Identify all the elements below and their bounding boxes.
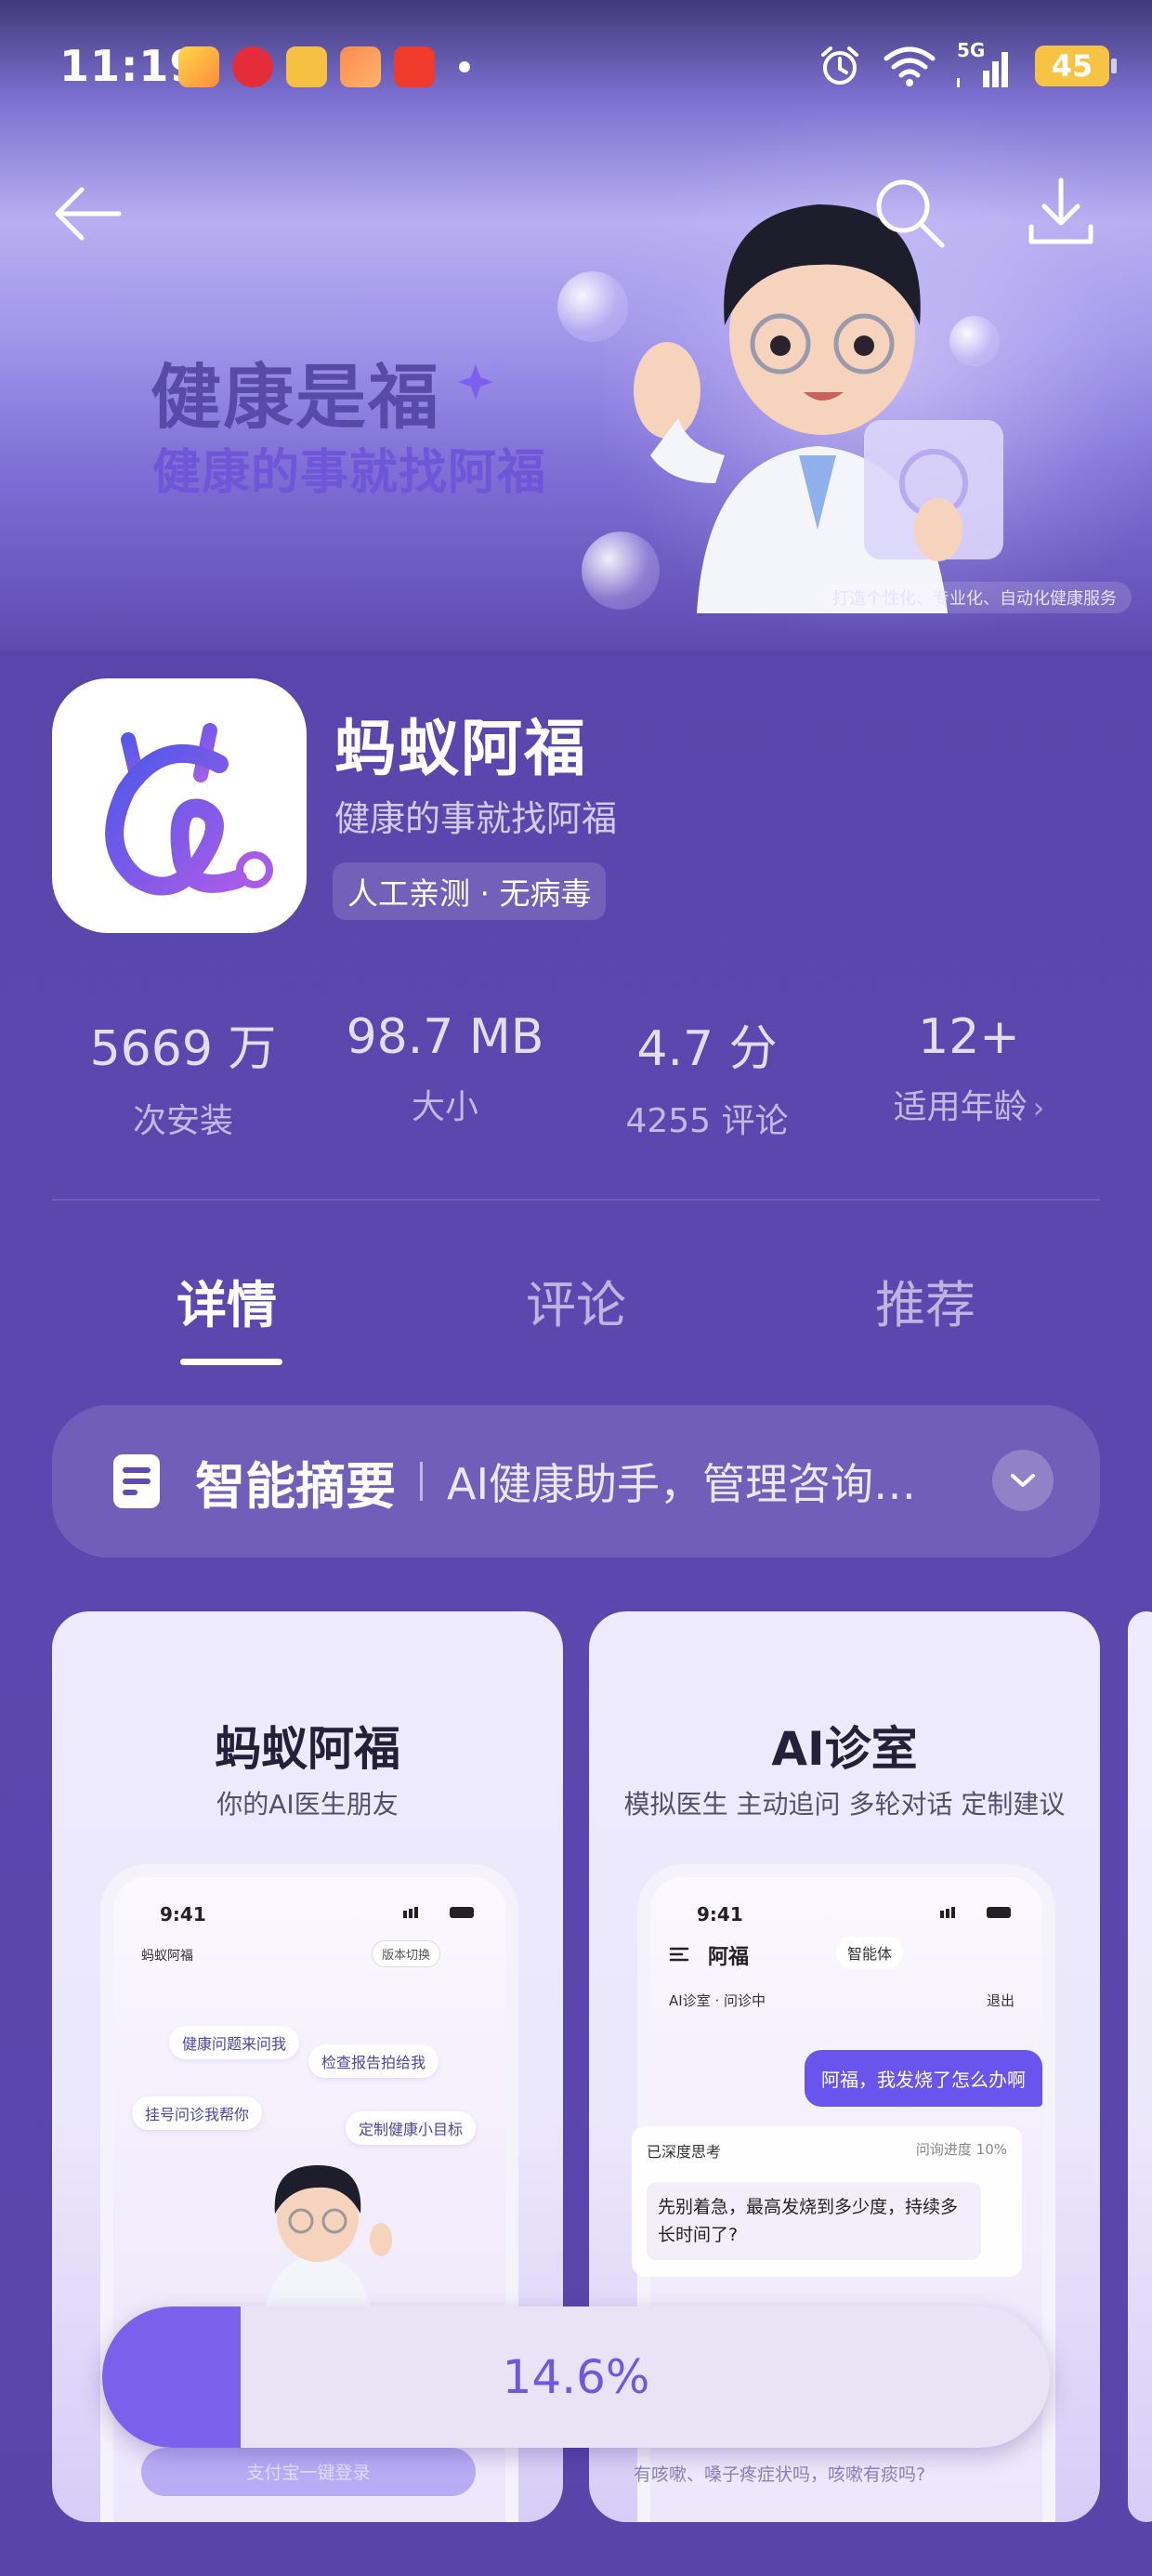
prompt-chip: 健康问题来问我 bbox=[169, 2026, 300, 2059]
summary-text: AI健康助手，管理咨询… bbox=[447, 1459, 917, 1509]
agent-button: 智能体 bbox=[836, 1937, 904, 1968]
phone-status-icons bbox=[403, 1907, 474, 1918]
screenshot-title: AI诊室 bbox=[771, 1722, 918, 1776]
stat-value: 12+ bbox=[918, 1009, 1020, 1065]
phone-status-icons bbox=[940, 1907, 1011, 1918]
app-icon bbox=[52, 678, 307, 933]
game-app-icon bbox=[178, 46, 219, 87]
tab-bar: 详情 评论 推荐 bbox=[52, 1264, 1100, 1366]
screenshot-subtitle: 你的AI医生朋友 bbox=[216, 1789, 399, 1820]
separator bbox=[420, 1462, 423, 1501]
exit-button: 退出 bbox=[986, 1992, 1015, 2009]
banner-subtitle: 健康的事就找阿福 bbox=[152, 445, 547, 501]
document-summary-icon bbox=[113, 1454, 160, 1508]
stat-label: 大小 bbox=[411, 1088, 478, 1126]
follow-up-question: 有咳嗽、嗓子疼症状吗，咳嗽有痰吗? bbox=[634, 2464, 926, 2485]
sparkle-icon bbox=[458, 361, 502, 400]
screenshot-card-peek[interactable] bbox=[1128, 1611, 1152, 2522]
phone-time: 9:41 bbox=[160, 1903, 206, 1925]
weibo-red-icon bbox=[232, 46, 273, 87]
notification-icons bbox=[178, 46, 470, 87]
battery-indicator: 45 bbox=[1035, 46, 1117, 86]
ai-room-status: AI诊室 · 问诊中 bbox=[669, 1992, 766, 2009]
divider bbox=[52, 1199, 1100, 1201]
app-slogan: 健康的事就找阿福 bbox=[334, 798, 618, 839]
alipay-login-text: 支付宝一键登录 bbox=[246, 2463, 371, 2483]
stat-value: 5669 万 bbox=[89, 1021, 277, 1077]
version-switch: 版本切换 bbox=[371, 1940, 440, 1967]
age-label: 适用年龄 bbox=[893, 1088, 1028, 1126]
chat-header-title: 阿福 bbox=[708, 1946, 750, 1969]
smart-summary-card[interactable]: 智能摘要 AI健康助手，管理咨询… bbox=[52, 1405, 1100, 1557]
phone-app-logo: 蚂蚁阿福 bbox=[141, 1949, 193, 1964]
app-name: 蚂蚁阿福 bbox=[334, 713, 587, 784]
status-bar: 11:19 5G 45 bbox=[0, 0, 1152, 139]
stat-label: 4255 评论 bbox=[625, 1102, 789, 1140]
download-progress-button[interactable]: 14.6% bbox=[102, 2307, 1050, 2448]
app-stats: 5669 万 次安装 98.7 MB 大小 4.7 分 4255 评论 12+ … bbox=[52, 1009, 1100, 1140]
system-icons: 5G 45 bbox=[818, 39, 1117, 89]
alarm-icon bbox=[821, 46, 858, 85]
stat-label: 适用年龄 › bbox=[838, 1080, 1100, 1128]
stat-installs: 5669 万 次安装 bbox=[52, 1009, 314, 1140]
arrow-left-icon[interactable] bbox=[50, 177, 124, 251]
video-app-icon bbox=[394, 46, 435, 87]
stat-value: 98.7 MB bbox=[346, 1009, 544, 1065]
tab-reviews[interactable]: 评论 bbox=[455, 1264, 697, 1366]
stat-rating[interactable]: 4.7 分 4255 评论 bbox=[576, 1009, 838, 1140]
expand-summary-button[interactable] bbox=[992, 1450, 1054, 1511]
prompt-chip: 检查报告拍给我 bbox=[308, 2044, 439, 2078]
progress-text: 14.6% bbox=[502, 2350, 650, 2404]
download-icon[interactable] bbox=[1022, 173, 1100, 251]
app-logo-icon bbox=[105, 723, 273, 896]
summary-title: 智能摘要 bbox=[195, 1456, 396, 1516]
banner-caption: 打造个性化、专业化、自动化健康服务 bbox=[818, 582, 1132, 613]
menu-icon bbox=[669, 1947, 689, 1962]
stat-age-rating[interactable]: 12+ 适用年龄 › bbox=[838, 1009, 1100, 1130]
assistant-reply-text: 先别着急，最高发烧到多少度，持续多长时间了? bbox=[647, 2182, 981, 2260]
deep-thinking-label: 已深度思考 bbox=[647, 2143, 722, 2161]
top-navigation bbox=[0, 167, 1152, 251]
chevron-down-icon bbox=[1011, 1474, 1035, 1487]
screenshot-title: 蚂蚁阿福 bbox=[215, 1722, 400, 1776]
assistant-reply-card: 已深度思考 问询进度 10% 先别着急，最高发烧到多少度，持续多长时间了? bbox=[632, 2126, 1022, 2277]
banner-title: 健康是福 bbox=[151, 356, 440, 439]
prompt-chip: 定制健康小目标 bbox=[346, 2111, 477, 2145]
user-message-bubble: 阿福，我发烧了怎么办啊 bbox=[805, 2050, 1042, 2107]
tab-recommendations[interactable]: 推荐 bbox=[805, 1264, 1046, 1366]
wifi-icon bbox=[884, 46, 936, 86]
tab-details[interactable]: 详情 bbox=[106, 1264, 347, 1366]
stat-value: 4.7 分 bbox=[636, 1021, 778, 1077]
search-icon[interactable] bbox=[870, 173, 948, 251]
more-notifications-dot bbox=[459, 61, 470, 72]
stat-size: 98.7 MB 大小 bbox=[314, 1009, 576, 1130]
gallery-app-icon bbox=[340, 46, 381, 87]
doctor-mascot-small-illustration bbox=[262, 2165, 392, 2323]
safety-badge: 人工亲测 · 无病毒 bbox=[333, 862, 607, 920]
stat-label: 次安装 bbox=[132, 1102, 233, 1140]
screenshot-subtitle: 模拟医生 主动追问 多轮对话 定制建议 bbox=[623, 1789, 1066, 1820]
network-type: 5G bbox=[957, 39, 986, 61]
phone-time: 9:41 bbox=[697, 1903, 743, 1925]
chevron-right-icon: › bbox=[1032, 1090, 1045, 1125]
prompt-chip: 挂号问诊我帮你 bbox=[132, 2096, 263, 2130]
signal-icon: 5G bbox=[957, 39, 1015, 89]
inquiry-progress: 问询进度 10% bbox=[915, 2141, 1007, 2158]
weibo-icon bbox=[286, 46, 327, 87]
